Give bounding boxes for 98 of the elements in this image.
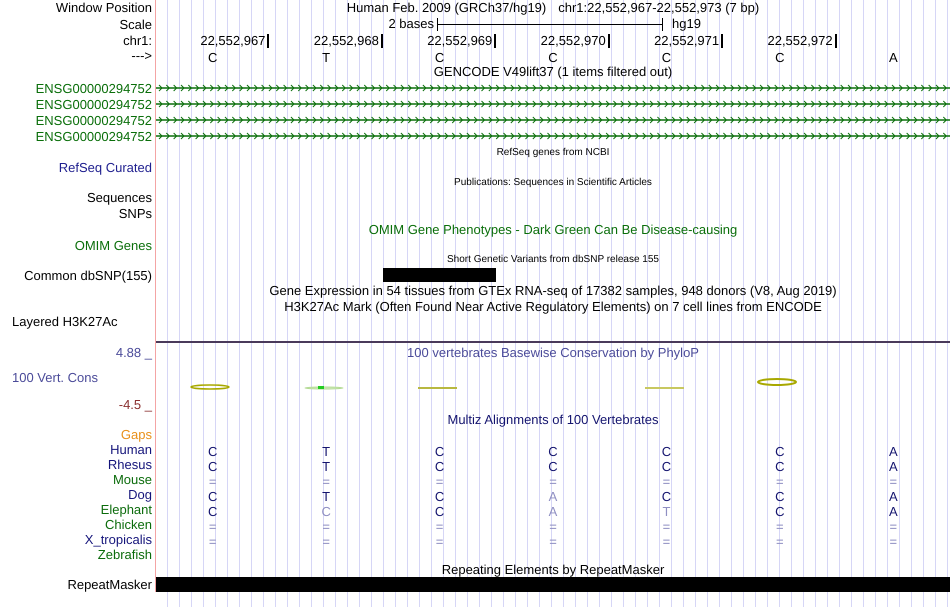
aligned-base: C [208, 503, 218, 521]
base-letter: T [322, 49, 330, 67]
aligned-base: = [662, 533, 670, 551]
track-title: Multiz Alignments of 100 Vertebrates [447, 410, 658, 429]
aligned-base: = [322, 518, 330, 536]
aligned-base: = [208, 518, 216, 536]
track-title: Short Genetic Variants from dbSNP release 155 [447, 253, 659, 267]
aligned-base: A [888, 458, 898, 476]
aligned-base: C [434, 503, 444, 521]
species-label[interactable]: Dog [128, 487, 155, 502]
aligned-base: C [775, 503, 785, 521]
gene-label[interactable]: ENSG00000294752 [36, 96, 155, 112]
species-label[interactable]: Rhesus [108, 457, 155, 472]
aligned-base: = [208, 473, 216, 491]
row-label[interactable]: chr1: [123, 33, 155, 48]
species-label[interactable]: Elephant [100, 502, 155, 517]
species-label[interactable]: Zebrafish [98, 547, 155, 562]
coordinate-label: 22,552,969 [427, 34, 496, 48]
base-letter: A [888, 49, 898, 67]
aligned-base: = [889, 473, 898, 491]
aligned-base: C [775, 443, 785, 461]
aligned-base: C [321, 503, 331, 521]
track-title: Repeating Elements by RepeatMasker [442, 560, 664, 579]
aligned-base: A [548, 488, 558, 506]
aligned-base: C [662, 458, 672, 476]
aligned-base: = [889, 518, 898, 536]
species-label[interactable]: Human [110, 442, 155, 457]
track-title: RefSeq genes from NCBI [496, 146, 610, 160]
row-label[interactable]: Scale [119, 16, 155, 32]
scale-text: 2 bases [388, 15, 434, 34]
coordinate-label: 22,552,970 [540, 34, 610, 48]
aligned-base: = [889, 533, 898, 551]
coordinate-label: 22,552,967 [200, 34, 270, 48]
aligned-base: C [662, 443, 672, 461]
aligned-base: = [776, 518, 784, 536]
track-title: Gene Expression in 54 tissues from GTEx RNA-seq of 17382 samples, 948 donors (V8, Aug 2019) [269, 282, 837, 300]
gene-label[interactable]: ENSG00000294752 [36, 128, 155, 144]
aligned-base: A [548, 503, 558, 521]
track-title: H3K27Ac Mark (Often Found Near Active Regulatory Elements) on 7 cell lines from ENCODE [284, 298, 822, 316]
aligned-base: C [662, 488, 672, 506]
track-title: OMIM Gene Phenotypes - Dark Green Can Be Disease-causing [368, 220, 738, 239]
species-label[interactable]: X_tropicalis [84, 532, 155, 547]
aligned-base: = [662, 473, 670, 491]
species-label[interactable]: Chicken [105, 517, 155, 532]
axis-max-label[interactable]: 4.88 _ [116, 345, 155, 360]
aligned-base: = [662, 518, 670, 536]
axis-min-label[interactable]: -4.5 _ [118, 396, 155, 412]
track-label[interactable]: Sequences [86, 190, 155, 205]
track-label[interactable]: 100 Vert. Cons [0, 370, 98, 385]
aligned-base: C [775, 488, 785, 506]
aligned-base: = [776, 473, 784, 491]
aligned-base: = [436, 533, 444, 551]
aligned-base: C [434, 458, 444, 476]
species-label[interactable]: Mouse [112, 472, 155, 487]
base-letter: C [208, 49, 218, 67]
aligned-base: C [208, 488, 218, 506]
track-title: 100 vertebrates Basewise Conservation by PhyloP [407, 344, 699, 362]
aligned-base: C [775, 458, 785, 476]
coordinate-label: 22,552,968 [314, 34, 383, 48]
base-letter: C [775, 49, 785, 67]
aligned-base: C [548, 443, 558, 461]
coordinate-label: 22,552,972 [767, 34, 837, 48]
aligned-base: C [548, 458, 558, 476]
track-label[interactable]: Layered H3K27Ac [0, 314, 118, 329]
track-label[interactable]: SNPs [118, 206, 155, 220]
aligned-base: = [436, 473, 444, 491]
gene-label[interactable]: ENSG00000294752 [36, 112, 155, 128]
aligned-base: C [208, 458, 218, 476]
position-text: chr1:22,552,967-22,552,973 (7 bp) [558, 0, 760, 17]
aligned-base: = [436, 518, 444, 536]
aligned-base: = [322, 473, 330, 491]
strand-label[interactable]: ---> [131, 48, 155, 63]
aligned-base: T [322, 443, 330, 461]
aligned-base: = [549, 518, 557, 536]
aligned-base: A [888, 503, 898, 521]
gene-label[interactable]: ENSG00000294752 [36, 80, 155, 96]
coordinate-label: 22,552,971 [654, 34, 724, 48]
aligned-base: A [888, 488, 898, 506]
assembly-label: hg19 [672, 16, 701, 32]
aligned-base: A [888, 443, 898, 461]
assembly-title: Human Feb. 2009 (GRCh37/hg19) [346, 0, 546, 17]
aligned-base: = [208, 533, 216, 551]
track-label[interactable]: OMIM Genes [74, 238, 155, 252]
aligned-base: = [549, 473, 557, 491]
aligned-base: = [322, 533, 330, 551]
aligned-base: T [322, 458, 330, 476]
aligned-base: C [434, 443, 444, 461]
aligned-base: = [776, 533, 784, 551]
aligned-base: = [549, 533, 557, 551]
aligned-base: C [434, 488, 444, 506]
track-label[interactable]: RefSeq Curated [58, 160, 155, 174]
aligned-base: C [208, 443, 218, 461]
track-label[interactable]: RepeatMasker [67, 577, 155, 592]
track-label[interactable]: Common dbSNP(155) [24, 268, 155, 282]
track-title: Publications: Sequences in Scientific Articles [454, 176, 652, 190]
aligned-base: T [322, 488, 330, 506]
row-label[interactable]: Window Position [56, 0, 155, 15]
aligned-base: T [662, 503, 670, 521]
